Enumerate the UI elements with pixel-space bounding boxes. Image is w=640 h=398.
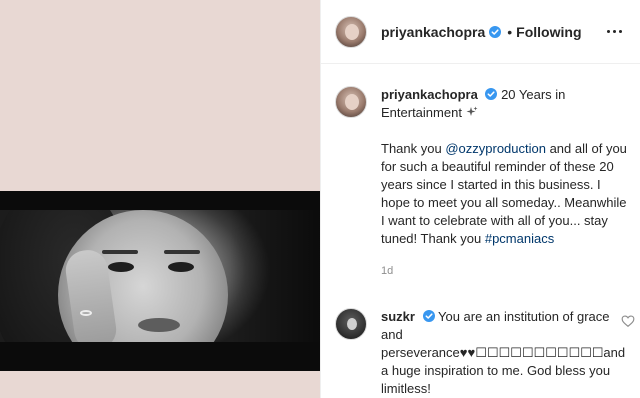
caption-intro: Thank you: [381, 141, 446, 156]
following-button[interactable]: Following: [516, 24, 581, 40]
post-timestamp[interactable]: 1d: [381, 262, 627, 280]
video-ring: [80, 310, 92, 316]
video-shade: [230, 210, 320, 342]
video-eye-left: [108, 262, 134, 272]
heart-outline-icon[interactable]: [621, 314, 635, 328]
video-brow-left: [102, 250, 138, 254]
post-video[interactable]: [0, 191, 320, 371]
video-lips: [138, 318, 180, 332]
sparkles-emoji-icon: [466, 106, 478, 116]
comment-body: suzkr You are an institution of grace an…: [381, 308, 625, 398]
caption-body: priyankachopra 20 Years in Entertainment…: [381, 86, 627, 280]
more-options-icon[interactable]: [602, 20, 626, 44]
post-header: priyankachopra • Following: [321, 0, 640, 64]
verified-badge-icon: [489, 25, 502, 38]
author-avatar[interactable]: [335, 15, 367, 48]
post-side-panel: priyankachopra • Following priyankachopr…: [320, 0, 640, 398]
caption-hashtag-link[interactable]: #pcmaniacs: [485, 231, 554, 246]
author-username[interactable]: priyankachopra: [381, 24, 485, 40]
comment-item: suzkr You are an institution of grace an…: [335, 308, 635, 398]
caption-first-paragraph: priyankachopra 20 Years in Entertainment: [381, 86, 627, 122]
comment-text: You are an institution of grace and pers…: [381, 309, 626, 396]
post-caption: priyankachopra 20 Years in Entertainment…: [335, 86, 627, 280]
commenter-avatar[interactable]: [335, 308, 367, 340]
video-brow-right: [164, 250, 200, 254]
caption-text: Thank you @ozzyproduction and all of you…: [381, 140, 627, 248]
video-eye-right: [168, 262, 194, 272]
verified-badge-icon: [422, 310, 435, 322]
video-frame: [0, 210, 320, 342]
caption-author-avatar[interactable]: [335, 86, 367, 118]
verified-badge-icon: [485, 88, 498, 100]
header-separator: •: [507, 23, 513, 40]
post-media-panel: [0, 0, 320, 398]
commenter-username[interactable]: suzkr: [381, 309, 415, 324]
caption-author-username[interactable]: priyankachopra: [381, 87, 478, 102]
caption-mention-link[interactable]: @ozzyproduction: [445, 141, 546, 156]
